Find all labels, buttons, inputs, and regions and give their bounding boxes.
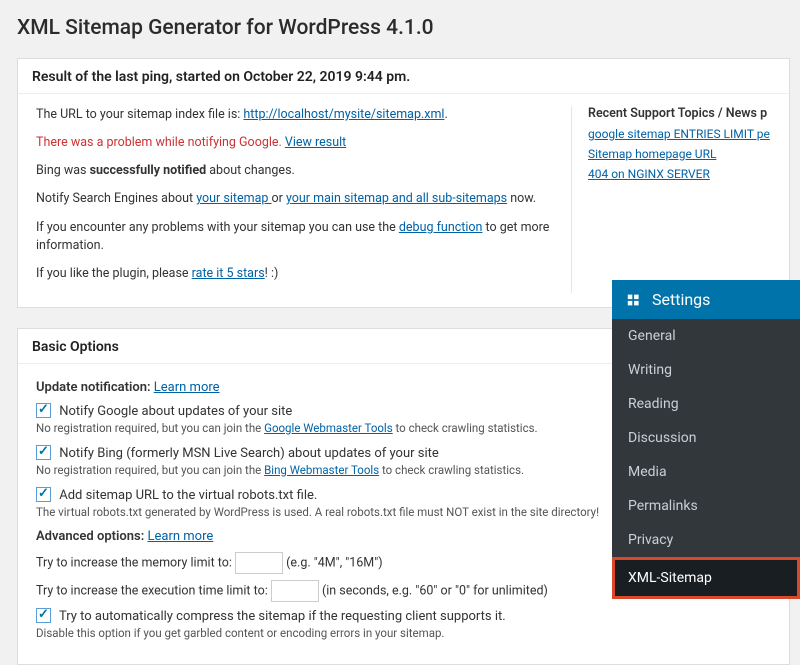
sitemap-url-link[interactable]: http://localhost/mysite/sitemap.xml [243, 107, 444, 122]
news-link[interactable]: google sitemap ENTRIES LIMIT pe [588, 127, 771, 141]
compress-row: Try to automatically compress the sitema… [36, 608, 771, 624]
mem-suffix: (e.g. "4M", "16M") [286, 555, 382, 570]
settings-menu: Settings General Writing Reading Discuss… [612, 280, 800, 599]
notify-your-sitemap-link[interactable]: your sitemap [196, 191, 271, 206]
sidebar-item-privacy[interactable]: Privacy [612, 523, 800, 557]
google-help-b: to check crawling statistics. [393, 421, 538, 435]
learn-more-link[interactable]: Learn more [154, 380, 220, 395]
notify-or: or [272, 191, 286, 206]
bing-wmt-link[interactable]: Bing Webmaster Tools [264, 463, 379, 477]
sitemap-url-line: The URL to your sitemap index file is: h… [36, 106, 553, 124]
bing-notified-line: Bing was successfully notified about cha… [36, 162, 553, 180]
notify-line: Notify Search Engines about your sitemap… [36, 190, 553, 208]
google-help-a: No registration required, but you can jo… [36, 421, 264, 435]
time-limit-input[interactable] [271, 580, 319, 602]
notify-google-checkbox[interactable] [36, 403, 51, 418]
sidebar-item-discussion[interactable]: Discussion [612, 421, 800, 455]
memory-limit-input[interactable] [235, 552, 283, 574]
google-error-line: There was a problem while notifying Goog… [36, 134, 553, 152]
rate-line: If you like the plugin, please rate it 5… [36, 265, 553, 283]
update-label: Update notification: [36, 380, 151, 395]
settings-icon [626, 291, 644, 309]
time-prefix: Try to increase the execution time limit… [36, 583, 271, 598]
ping-heading: Result of the last ping, started on Octo… [18, 59, 789, 94]
sidebar-item-media[interactable]: Media [612, 455, 800, 489]
notify-prefix: Notify Search Engines about [36, 191, 196, 206]
bing-help-a: No registration required, but you can jo… [36, 463, 264, 477]
compress-label: Try to automatically compress the sitema… [59, 609, 506, 624]
sidebar-item-reading[interactable]: Reading [612, 387, 800, 421]
time-suffix: (in seconds, e.g. "60" or "0" for unlimi… [322, 583, 548, 598]
learn-more-advanced-link[interactable]: Learn more [147, 529, 213, 544]
page-title: XML Sitemap Generator for WordPress 4.1.… [17, 16, 790, 40]
notify-now: now. [507, 191, 536, 206]
debug-prefix: If you encounter any problems with your … [36, 220, 399, 235]
settings-title: Settings [652, 290, 710, 309]
robots-label: Add sitemap URL to the virtual robots.tx… [59, 488, 317, 503]
sidebar-item-general[interactable]: General [612, 319, 800, 353]
news-heading: Recent Support Topics / News p [588, 106, 771, 121]
mem-prefix: Try to increase the memory limit to: [36, 555, 235, 570]
notify-main-link[interactable]: your main sitemap and all sub-sitemaps [286, 191, 507, 206]
sitemap-url-prefix: The URL to your sitemap index file is: [36, 107, 243, 122]
rate-link[interactable]: rate it 5 stars [192, 266, 265, 281]
debug-function-link[interactable]: debug function [399, 220, 483, 235]
notify-bing-label: Notify Bing (formerly MSN Live Search) a… [59, 446, 439, 461]
news-link[interactable]: Sitemap homepage URL [588, 147, 771, 161]
notify-google-label: Notify Google about updates of your site [59, 404, 292, 419]
news-sidebar: Recent Support Topics / News p google si… [571, 106, 771, 293]
bing-suffix: about changes. [206, 163, 295, 178]
bing-prefix: Bing was [36, 163, 90, 178]
settings-menu-header[interactable]: Settings [612, 280, 800, 319]
news-link[interactable]: 404 on NGINX SERVER [588, 167, 771, 181]
google-wmt-link[interactable]: Google Webmaster Tools [264, 421, 393, 435]
compress-checkbox[interactable] [36, 608, 51, 623]
sidebar-item-xml-sitemap[interactable]: XML-Sitemap [612, 557, 800, 599]
notify-bing-checkbox[interactable] [36, 445, 51, 460]
debug-line: If you encounter any problems with your … [36, 219, 553, 255]
view-result-link[interactable]: View result [285, 135, 346, 150]
advanced-label: Advanced options: [36, 529, 144, 544]
sidebar-item-writing[interactable]: Writing [612, 353, 800, 387]
google-error-text: There was a problem while notifying Goog… [36, 135, 285, 150]
bing-help-b: to check crawling statistics. [379, 463, 524, 477]
rate-prefix: If you like the plugin, please [36, 266, 192, 281]
robots-checkbox[interactable] [36, 487, 51, 502]
bing-strong: successfully notified [90, 163, 207, 178]
rate-suffix: ! :) [265, 266, 279, 281]
sidebar-item-permalinks[interactable]: Permalinks [612, 489, 800, 523]
ping-result-box: Result of the last ping, started on Octo… [17, 58, 790, 308]
